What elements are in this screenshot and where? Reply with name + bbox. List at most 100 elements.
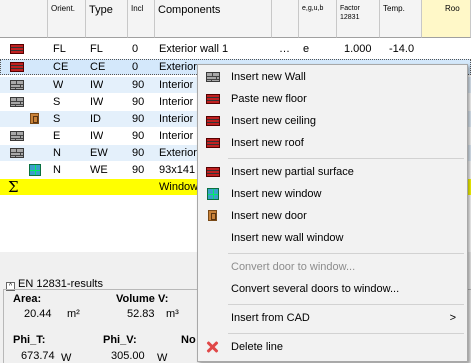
row-type[interactable]: ID bbox=[90, 111, 101, 127]
row-type[interactable]: WE bbox=[90, 162, 108, 178]
row-incl[interactable]: 0 bbox=[132, 59, 138, 75]
menu-item-label: Delete line bbox=[231, 341, 283, 353]
sum-row-component[interactable]: Window bbox=[159, 179, 198, 195]
row-orient[interactable]: S bbox=[53, 111, 60, 127]
row-component[interactable]: Exterior bbox=[159, 145, 197, 161]
floor-icon bbox=[10, 44, 24, 54]
menu-item-convert-several-doors[interactable]: Convert several doors to window... bbox=[199, 278, 466, 300]
row-orient[interactable]: S bbox=[53, 94, 60, 110]
menu-item-convert-door-to-window: Convert door to window... bbox=[199, 256, 466, 278]
header-factor[interactable]: Factor 12831 bbox=[337, 0, 380, 38]
menu-separator bbox=[228, 333, 464, 334]
ceiling-icon bbox=[10, 62, 24, 72]
menu-item-delete-line[interactable]: Delete line bbox=[199, 336, 466, 358]
header-temp[interactable]: Temp. bbox=[380, 0, 422, 38]
window-icon bbox=[207, 188, 219, 200]
menu-item-label: Convert door to window... bbox=[231, 261, 356, 273]
row-orient[interactable]: E bbox=[53, 128, 60, 144]
menu-item-label: Insert new partial surface bbox=[231, 166, 354, 178]
volume-unit: m³ bbox=[166, 308, 179, 320]
row-temp[interactable]: -14.0 bbox=[389, 41, 414, 57]
menu-item-label: Convert several doors to window... bbox=[231, 283, 400, 295]
row-type[interactable]: CE bbox=[90, 59, 105, 75]
row-component[interactable]: Interior bbox=[159, 94, 193, 110]
row-component[interactable]: Interior bbox=[159, 111, 193, 127]
area-unit: m² bbox=[67, 308, 80, 320]
window-icon bbox=[29, 164, 41, 176]
volume-label: Volume V: bbox=[116, 293, 169, 305]
row-orient[interactable]: FL bbox=[53, 41, 66, 57]
row-type[interactable]: IW bbox=[90, 94, 103, 110]
row-egub[interactable]: e bbox=[303, 41, 309, 57]
sum-icon: Σ bbox=[8, 178, 19, 196]
header-egub[interactable]: e,g,u,b bbox=[299, 0, 337, 38]
door-icon bbox=[30, 113, 39, 124]
row-component[interactable]: Interior bbox=[159, 77, 193, 93]
delete-icon bbox=[206, 341, 218, 353]
menu-item-insert-new-partial-surface[interactable]: Insert new partial surface bbox=[199, 161, 466, 183]
header-incl[interactable]: Incl bbox=[128, 0, 155, 38]
wall-icon bbox=[10, 80, 24, 90]
menu-item-paste-new-floor[interactable]: Paste new floor bbox=[199, 88, 466, 110]
row-incl[interactable]: 90 bbox=[132, 128, 144, 144]
door-icon bbox=[208, 210, 217, 221]
row-incl[interactable]: 90 bbox=[132, 162, 144, 178]
area-value: 20.44 bbox=[24, 308, 52, 320]
menu-separator bbox=[228, 253, 464, 254]
menu-item-insert-new-window[interactable]: Insert new window bbox=[199, 183, 466, 205]
wall-icon bbox=[10, 148, 24, 158]
wall-icon bbox=[10, 97, 24, 107]
menu-item-label: Insert from CAD bbox=[231, 312, 310, 324]
row-dots[interactable]: … bbox=[279, 41, 290, 57]
row-component[interactable]: Exterior wall 1 bbox=[159, 41, 228, 57]
row-type[interactable]: EW bbox=[90, 145, 108, 161]
menu-item-insert-new-ceiling[interactable]: Insert new ceiling bbox=[199, 110, 466, 132]
header-icon-col bbox=[0, 0, 48, 38]
row-orient[interactable]: N bbox=[53, 162, 61, 178]
area-label: Area: bbox=[13, 293, 42, 305]
submenu-arrow-icon: > bbox=[449, 312, 456, 324]
menu-item-label: Paste new floor bbox=[231, 93, 307, 105]
menu-item-insert-new-door[interactable]: Insert new door bbox=[199, 205, 466, 227]
menu-item-label: Insert new door bbox=[231, 210, 307, 222]
row-incl[interactable]: 90 bbox=[132, 111, 144, 127]
row-type[interactable]: IW bbox=[90, 128, 103, 144]
header-components[interactable]: Components bbox=[155, 0, 272, 38]
menu-item-label: Insert new ceiling bbox=[231, 115, 316, 127]
menu-item-label: Insert new window bbox=[231, 188, 322, 200]
partial-surface-icon bbox=[206, 167, 220, 177]
menu-separator bbox=[228, 304, 464, 305]
floor-icon bbox=[206, 94, 220, 104]
menu-item-insert-from-cad[interactable]: Insert from CAD > bbox=[199, 307, 466, 329]
table-row[interactable]: FL FL 0 Exterior wall 1 … e 1.000 -14.0 bbox=[0, 41, 471, 57]
menu-item-insert-new-wall-window[interactable]: Insert new wall window bbox=[199, 227, 466, 249]
menu-item-label: Insert new wall window bbox=[231, 232, 344, 244]
wall-icon bbox=[206, 72, 220, 82]
header-type[interactable]: Type bbox=[86, 0, 128, 38]
phi-t-label: Phi_T: bbox=[13, 334, 46, 346]
row-type[interactable]: IW bbox=[90, 77, 103, 93]
ceiling-icon bbox=[206, 116, 220, 126]
menu-item-insert-new-wall[interactable]: Insert new Wall bbox=[199, 66, 466, 88]
row-factor[interactable]: 1.000 bbox=[344, 41, 372, 57]
row-incl[interactable]: 0 bbox=[132, 41, 138, 57]
phi-v-label: Phi_V: bbox=[103, 334, 137, 346]
row-orient[interactable]: N bbox=[53, 145, 61, 161]
header-dots bbox=[272, 0, 299, 38]
row-component[interactable]: Interior bbox=[159, 128, 193, 144]
context-menu[interactable]: Insert new Wall Paste new floor Insert n… bbox=[197, 64, 468, 362]
row-incl[interactable]: 90 bbox=[132, 77, 144, 93]
row-type[interactable]: FL bbox=[90, 41, 103, 57]
phi-v-value: 305.00 bbox=[111, 350, 145, 362]
menu-separator bbox=[228, 158, 464, 159]
volume-value: 52.83 bbox=[127, 308, 155, 320]
menu-item-insert-new-roof[interactable]: Insert new roof bbox=[199, 132, 466, 154]
row-incl[interactable]: 90 bbox=[132, 94, 144, 110]
row-component[interactable]: Exterior bbox=[159, 59, 197, 75]
row-orient[interactable]: CE bbox=[53, 59, 68, 75]
row-incl[interactable]: 90 bbox=[132, 145, 144, 161]
header-room[interactable]: Roo bbox=[422, 0, 471, 38]
header-orient[interactable]: Orient. bbox=[48, 0, 86, 38]
row-component[interactable]: 93x141 bbox=[159, 162, 195, 178]
row-orient[interactable]: W bbox=[53, 77, 63, 93]
